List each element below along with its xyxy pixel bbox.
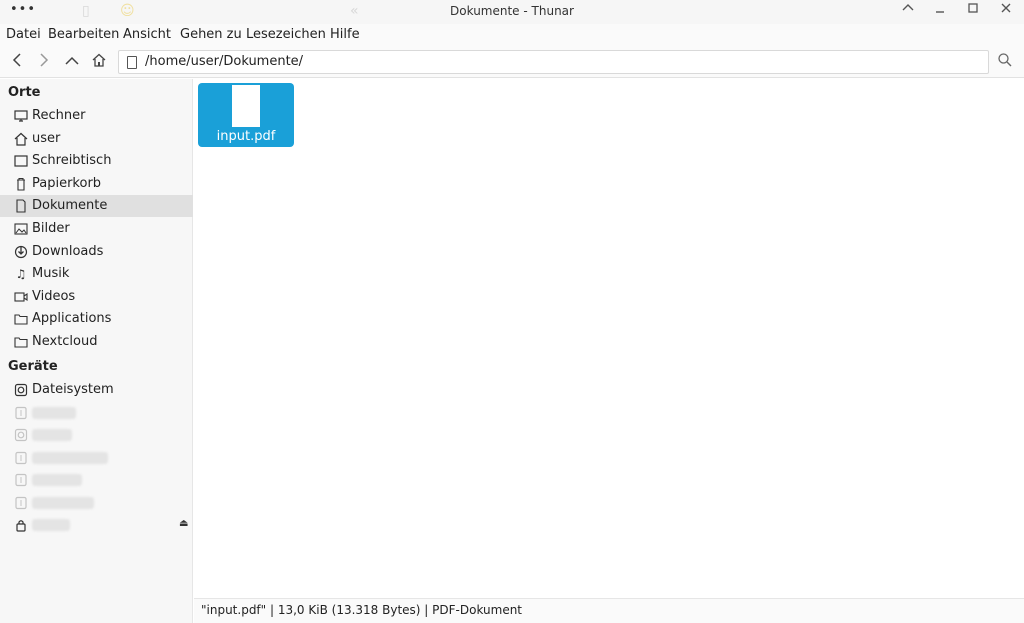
- sidebar-section-places: Orte: [8, 85, 41, 100]
- home-icon: [14, 132, 28, 146]
- sidebar-item-label: Applications: [32, 311, 112, 326]
- status-bar: "input.pdf" | 13,0 KiB (13.318 Bytes) | …: [194, 598, 1024, 623]
- sidebar-item-redacted-device[interactable]: [0, 447, 193, 469]
- sidebar-item-musik[interactable]: ♫ Musik: [0, 263, 193, 285]
- sidebar-item-label: Downloads: [32, 244, 104, 259]
- sidebar-item-label: user: [32, 131, 61, 146]
- menu-ansicht[interactable]: Ansicht: [123, 27, 171, 42]
- sidebar-item-videos[interactable]: Videos: [0, 286, 193, 308]
- window-collapse-button[interactable]: [897, 2, 919, 22]
- menu-gehen-zu[interactable]: Gehen zu: [180, 27, 242, 42]
- sidebar-item-nextcloud[interactable]: Nextcloud: [0, 331, 193, 353]
- maximize-icon: [968, 3, 978, 13]
- desktop-icon: [14, 154, 28, 168]
- sidebar: Orte Rechner user Schreibtisch Papierkor…: [0, 79, 193, 623]
- sidebar-item-dateisystem[interactable]: Dateisystem: [0, 379, 193, 401]
- video-icon: [14, 290, 28, 304]
- status-text: "input.pdf" | 13,0 KiB (13.318 Bytes) | …: [201, 603, 523, 617]
- folder-icon: [14, 335, 28, 349]
- chevron-right-icon: [40, 53, 49, 67]
- sidebar-item-label: Dateisystem: [32, 382, 114, 397]
- location-bar[interactable]: /home/user/Dokumente/: [118, 50, 989, 74]
- chevron-up-icon: [65, 56, 79, 65]
- eject-icon[interactable]: ⏏: [179, 518, 188, 529]
- sidebar-item-label: Videos: [32, 289, 76, 304]
- sidebar-item-redacted-device[interactable]: [0, 424, 193, 446]
- title-bar: ••• ▯ ☺ « Dokumente - Thunar: [0, 0, 1024, 24]
- redacted-label: [32, 407, 76, 419]
- sidebar-item-redacted-device[interactable]: [0, 402, 193, 424]
- redacted-label: [32, 519, 70, 531]
- window-title: Dokumente - Thunar: [450, 4, 574, 18]
- redacted-label: [32, 429, 72, 441]
- file-view[interactable]: input.pdf: [194, 79, 1024, 597]
- image-icon: [14, 222, 28, 236]
- sidebar-item-label: Bilder: [32, 221, 70, 236]
- music-icon: ♫: [15, 267, 27, 281]
- drive-icon: [14, 428, 28, 442]
- redacted-label: [32, 474, 82, 486]
- menu-hilfe[interactable]: Hilfe: [330, 27, 360, 42]
- sidebar-item-label: Schreibtisch: [32, 153, 112, 168]
- sidebar-item-bilder[interactable]: Bilder: [0, 218, 193, 240]
- close-icon: [1001, 3, 1011, 13]
- search-icon: [998, 53, 1012, 67]
- document-icon: [127, 56, 137, 69]
- toolbar: /home/user/Dokumente/: [0, 46, 1024, 78]
- usb-drive-icon: [14, 406, 28, 420]
- window-maximize-button[interactable]: [962, 2, 984, 22]
- encrypted-drive-icon: [14, 518, 28, 532]
- up-button[interactable]: [61, 51, 83, 73]
- sidebar-item-dokumente[interactable]: Dokumente: [0, 195, 193, 217]
- usb-drive-icon: [14, 473, 28, 487]
- folder-icon: [14, 312, 28, 326]
- sidebar-item-redacted-device[interactable]: [0, 492, 193, 514]
- sidebar-item-label: Nextcloud: [32, 334, 98, 349]
- chevron-left-icon: [12, 53, 21, 67]
- file-item[interactable]: input.pdf: [198, 83, 294, 147]
- sidebar-item-downloads[interactable]: Downloads: [0, 241, 193, 263]
- window-minimize-button[interactable]: [929, 2, 951, 22]
- forward-button[interactable]: [33, 51, 55, 73]
- home-icon: [92, 53, 106, 67]
- chevron-up-icon: [902, 4, 914, 11]
- sidebar-item-label: Musik: [32, 266, 70, 281]
- file-name: input.pdf: [216, 129, 276, 144]
- sidebar-item-redacted-device[interactable]: [0, 469, 193, 491]
- sidebar-item-redacted-device[interactable]: ⏏: [0, 514, 193, 536]
- search-button[interactable]: [997, 52, 1017, 72]
- redacted-label: [32, 452, 108, 464]
- location-path[interactable]: /home/user/Dokumente/: [145, 54, 303, 69]
- document-icon: [14, 199, 28, 213]
- sidebar-item-user[interactable]: user: [0, 128, 193, 150]
- redacted-label: [32, 497, 94, 509]
- monitor-icon: [14, 109, 28, 123]
- menu-bearbeiten[interactable]: Bearbeiten: [48, 27, 119, 42]
- sidebar-item-label: Rechner: [32, 108, 86, 123]
- menu-datei[interactable]: Datei: [6, 27, 41, 42]
- menu-bar: Datei Bearbeiten Ansicht Gehen zu Leseze…: [0, 24, 1024, 46]
- menu-lesezeichen[interactable]: Lesezeichen: [246, 27, 326, 42]
- sidebar-item-rechner[interactable]: Rechner: [0, 105, 193, 127]
- drive-icon: [14, 383, 28, 397]
- back-button[interactable]: [6, 51, 28, 73]
- usb-drive-icon: [14, 496, 28, 510]
- window-close-button[interactable]: [995, 2, 1017, 22]
- home-button[interactable]: [88, 51, 110, 73]
- sidebar-section-devices: Geräte: [8, 359, 58, 374]
- trash-icon: [14, 177, 28, 191]
- sidebar-item-label: Dokumente: [32, 198, 108, 213]
- usb-drive-icon: [14, 451, 28, 465]
- sidebar-item-label: Papierkorb: [32, 176, 102, 191]
- sidebar-item-schreibtisch[interactable]: Schreibtisch: [0, 150, 193, 172]
- download-icon: [14, 245, 28, 259]
- sidebar-item-applications[interactable]: Applications: [0, 308, 193, 330]
- pdf-file-icon: [232, 85, 260, 127]
- minimize-icon: [936, 11, 944, 13]
- sidebar-item-papierkorb[interactable]: Papierkorb: [0, 173, 193, 195]
